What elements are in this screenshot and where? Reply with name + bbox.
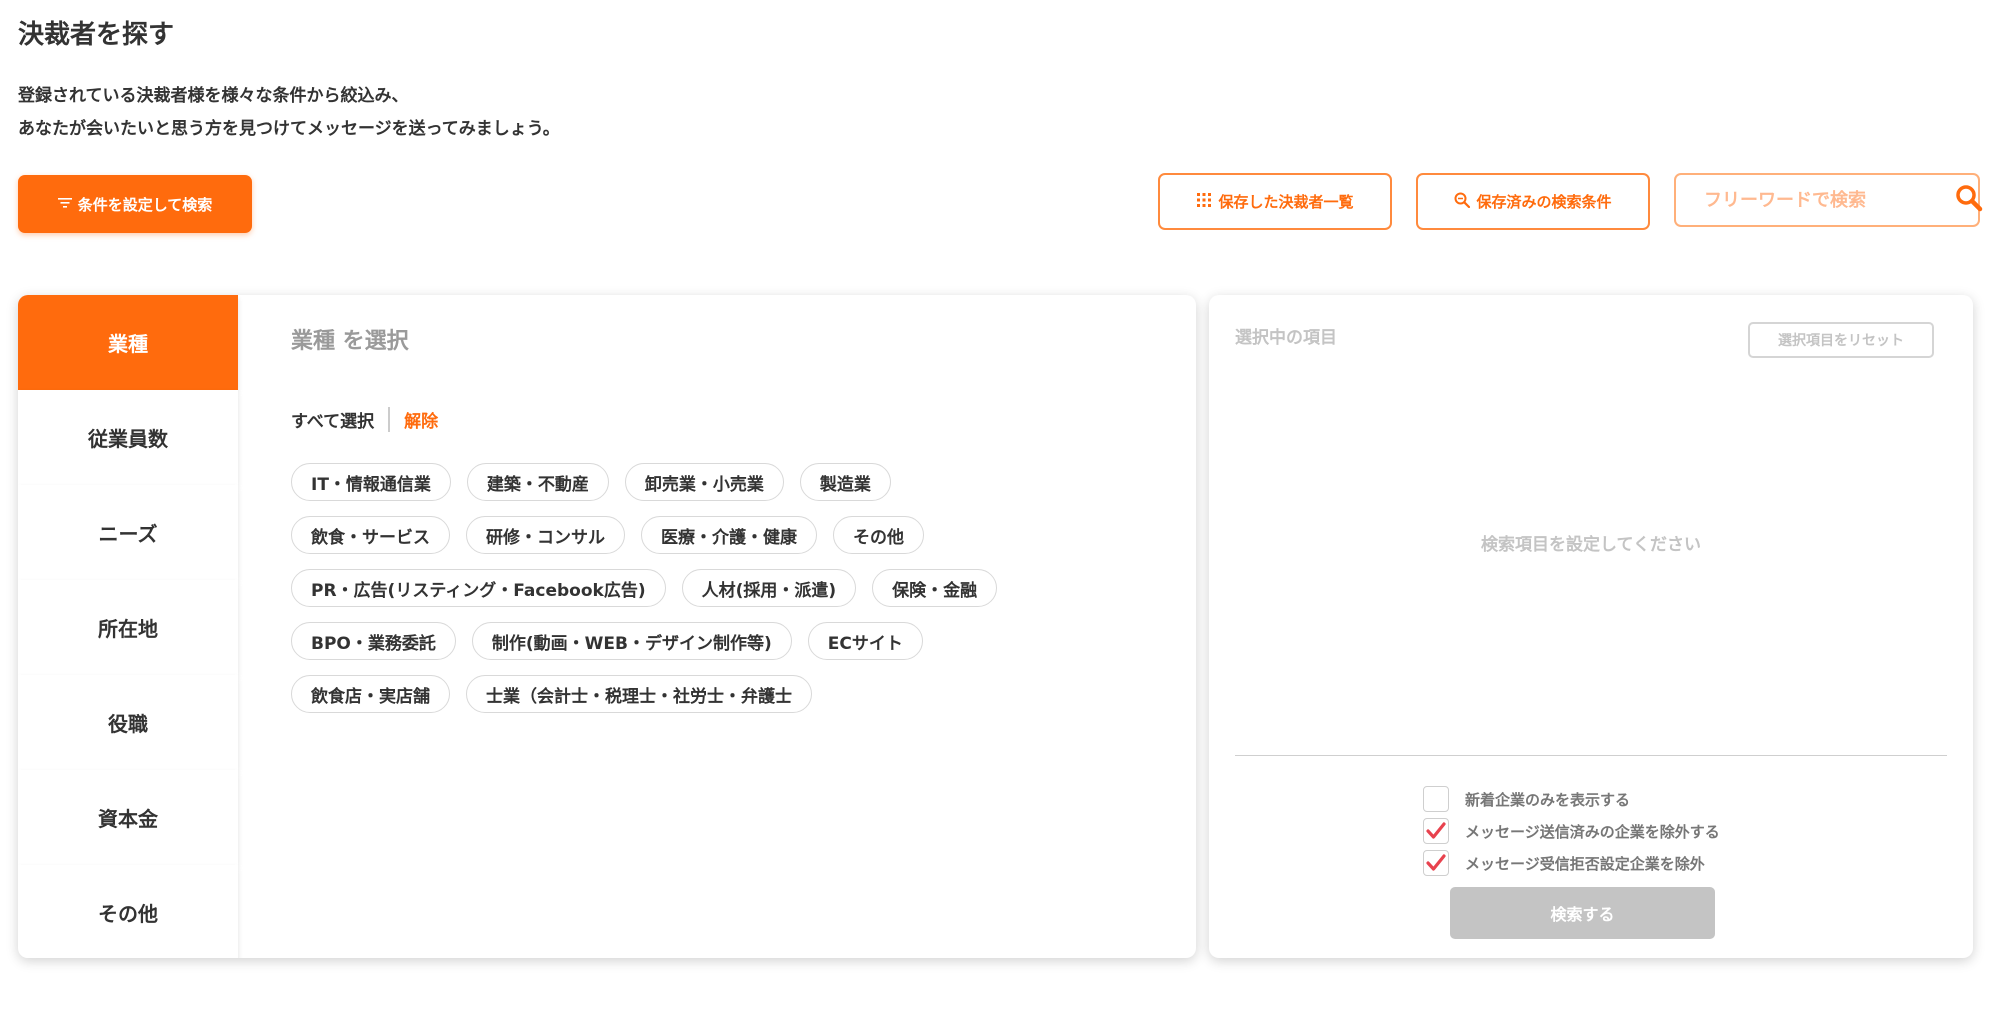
select-controls: すべて選択 解除 [291, 407, 438, 432]
tab-2[interactable]: 従業員数 [18, 390, 238, 485]
industry-chip[interactable]: PR・広告(リスティング・Facebook広告) [291, 569, 666, 607]
option-row[interactable]: 新着企業のみを表示する [1423, 783, 1720, 815]
chip-row: PR・広告(リスティング・Facebook広告) 人材(採用・派遣) 保険・金融 [291, 569, 1151, 607]
industry-chip[interactable]: 人材(採用・派遣) [681, 569, 857, 607]
industry-chip[interactable]: 医療・介護・健康 [641, 516, 817, 554]
option-label: メッセージ送信済みの企業を除外する [1465, 822, 1720, 841]
tab-3[interactable]: ニーズ [18, 485, 238, 580]
industry-chip[interactable]: その他 [833, 516, 924, 554]
industry-chip[interactable]: 制作(動画・WEB・デザイン制作等) [471, 622, 792, 660]
saved-conditions-button[interactable]: 保存済みの検索条件 [1416, 173, 1650, 230]
selection-title: 選択中の項目 [1235, 328, 1337, 348]
tab-6[interactable]: 資本金 [18, 770, 238, 865]
page-description: 登録されている決裁者様を様々な条件から絞込み、 あなたが会いたいと思う方を見つけ… [18, 80, 560, 146]
filter-search-button[interactable]: 条件を設定して検索 [18, 175, 252, 233]
option-label: メッセージ受信拒否設定企業を除外 [1465, 854, 1705, 873]
selection-card: 選択中の項目 選択項目をリセット 検索項目を設定してください 新着企業のみを表示… [1209, 295, 1973, 958]
industry-chip[interactable]: 製造業 [799, 463, 891, 501]
description-line-1: 登録されている決裁者様を様々な条件から絞込み、 [18, 86, 409, 106]
option-checkbox[interactable] [1423, 786, 1449, 812]
option-label: 新着企業のみを表示する [1465, 790, 1631, 809]
industry-chip[interactable]: BPO・業務委託 [291, 622, 456, 660]
option-row[interactable]: メッセージ送信済みの企業を除外する [1423, 815, 1720, 847]
condition-card: 業種 従業員数 ニーズ 所在地 役職 資本金 その他 業種 を選択 すべて選択 解除 IT・… [18, 295, 1196, 958]
panel-title: 業種 を選択 [291, 329, 409, 354]
option-checkbox[interactable] [1423, 850, 1449, 876]
industry-chip[interactable]: 卸売業・小売業 [624, 463, 784, 501]
chip-row: BPO・業務委託 制作(動画・WEB・デザイン制作等) ECサイト [291, 622, 1151, 660]
industry-chip[interactable]: IT・情報通信業 [291, 463, 451, 501]
page-title: 決裁者を探す [18, 20, 175, 50]
chip-row: 飲食・サービス 研修・コンサル 医療・介護・健康 その他 [291, 516, 1151, 554]
saved-conditions-label: 保存済みの検索条件 [1476, 193, 1612, 211]
chip-row: IT・情報通信業 建築・不動産 卸売業・小売業 製造業 [291, 463, 1151, 501]
check-icon [1426, 822, 1446, 839]
category-tabs: 業種 従業員数 ニーズ 所在地 役職 資本金 その他 [18, 295, 238, 958]
search-icon[interactable] [1955, 184, 1983, 216]
saved-list-label: 保存した決裁者一覧 [1218, 193, 1354, 211]
search-submit-button[interactable]: 検索する [1450, 887, 1715, 939]
industry-chip[interactable]: 飲食店・実店舗 [291, 675, 450, 713]
option-checkbox[interactable] [1423, 818, 1449, 844]
tab-7[interactable]: その他 [18, 865, 238, 958]
industry-chips: IT・情報通信業 建築・不動産 卸売業・小売業 製造業 飲食・サービス 研修・コンサル 医療… [291, 463, 1151, 728]
unselect-link[interactable]: 解除 [390, 407, 438, 432]
reset-selection-button[interactable]: 選択項目をリセット [1748, 322, 1934, 358]
saved-list-button[interactable]: 保存した決裁者一覧 [1158, 173, 1392, 230]
filter-search-label: 条件を設定して検索 [77, 195, 213, 214]
tab-1[interactable]: 業種 [18, 295, 238, 390]
search-options: 新着企業のみを表示するメッセージ送信済みの企業を除外する メッセージ受信拒否設定企… [1423, 783, 1720, 879]
industry-chip[interactable]: 研修・コンサル [466, 516, 625, 554]
industry-chip[interactable]: 飲食・サービス [291, 516, 450, 554]
freeword-search-input[interactable] [1704, 189, 1955, 211]
freeword-search-box [1674, 173, 1983, 227]
industry-chip[interactable]: 士業（会計士・税理士・社労士・弁護士 [466, 675, 812, 713]
grid-icon [1196, 192, 1212, 212]
check-icon [1426, 854, 1446, 871]
industry-chip[interactable]: ECサイト [807, 622, 923, 660]
tab-4[interactable]: 所在地 [18, 580, 238, 675]
zoom-search-icon [1454, 192, 1471, 212]
description-line-2: あなたが会いたいと思う方を見つけてメッセージを送ってみましょう。 [18, 119, 560, 139]
industry-chip[interactable]: 建築・不動産 [466, 463, 609, 501]
tab-5[interactable]: 役職 [18, 675, 238, 770]
empty-selection-message: 検索項目を設定してください [1481, 535, 1701, 555]
option-row[interactable]: メッセージ受信拒否設定企業を除外 [1423, 847, 1720, 879]
filter-icon [57, 195, 72, 213]
chip-row: 飲食店・実店舗 士業（会計士・税理士・社労士・弁護士 [291, 675, 1151, 713]
divider [1235, 755, 1947, 756]
industry-chip[interactable]: 保険・金融 [872, 569, 998, 607]
select-all-link[interactable]: すべて選択 [291, 407, 391, 432]
